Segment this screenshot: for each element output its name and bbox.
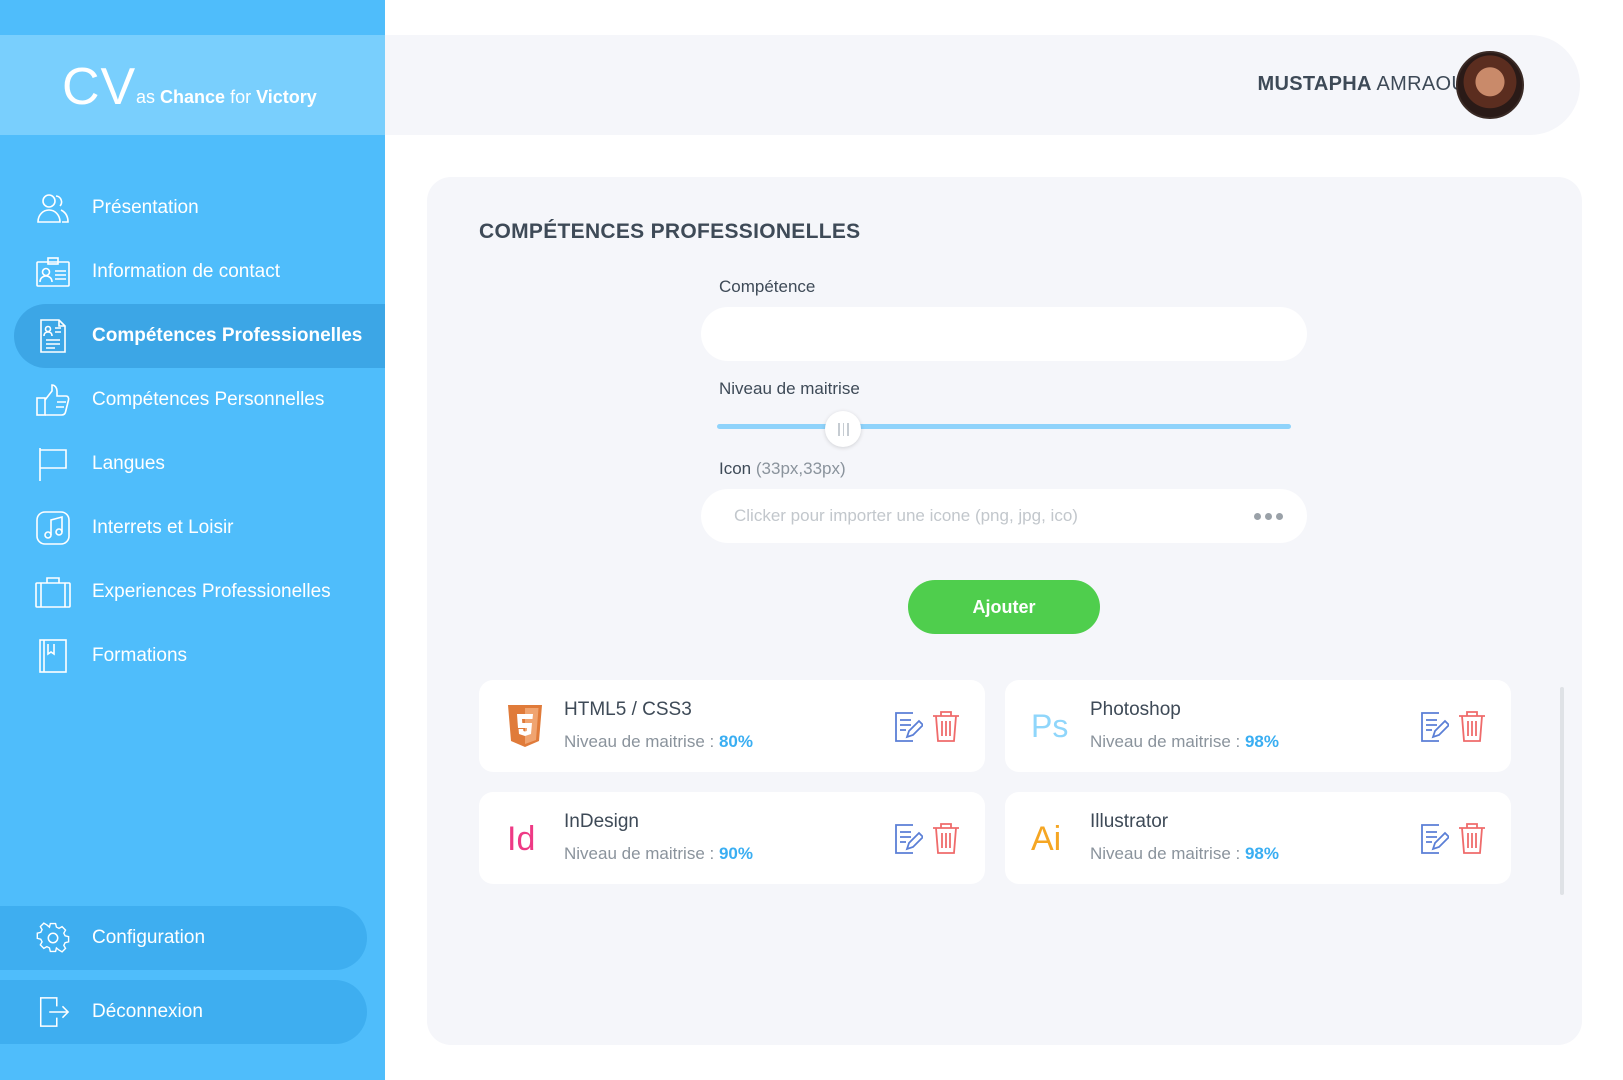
skill-label: Compétence	[719, 277, 816, 296]
users-icon	[34, 189, 72, 227]
sidebar-item-professional-skills[interactable]: Compétences Professionelles	[14, 304, 385, 368]
gear-icon	[34, 919, 72, 957]
sidebar-item-label: Information de contact	[92, 261, 280, 282]
skill-level: Niveau de maitrise : 80%	[564, 732, 753, 751]
sidebar-item-presentation[interactable]: Présentation	[0, 176, 385, 240]
delete-icon[interactable]	[1457, 821, 1487, 855]
skill-card: Ps Photoshop Niveau de maitrise : 98%	[1005, 680, 1511, 772]
sidebar-nav: Présentation Information de contact Comp…	[0, 176, 385, 688]
skill-name: Illustrator	[1090, 811, 1169, 832]
skills-scrollbar[interactable]	[1560, 687, 1564, 895]
sidebar-item-label: Formations	[92, 645, 188, 666]
delete-icon[interactable]	[931, 821, 961, 855]
sidebar-item-interests[interactable]: Interrets et Loisir	[0, 496, 385, 560]
sidebar-item-label: Langues	[92, 453, 165, 474]
skill-level: Niveau de maitrise : 98%	[1090, 732, 1279, 751]
sidebar-item-label: Compétences Professionelles	[92, 325, 363, 346]
skill-name: InDesign	[564, 811, 639, 832]
svg-text:Ai: Ai	[1031, 820, 1061, 858]
skill-name: Photoshop	[1090, 699, 1181, 720]
sidebar: CV as Chance for Victory Présentation In…	[0, 0, 385, 1080]
icon-upload-placeholder: Clicker pour importer une icone (png, jp…	[734, 506, 1078, 525]
sidebar-item-contact[interactable]: Information de contact	[0, 240, 385, 304]
logo-tagline: as Chance for Victory	[136, 87, 317, 107]
photoshop-icon: Ps	[1027, 702, 1075, 750]
user-name[interactable]: MUSTAPHA AMRAOUI	[1258, 73, 1472, 96]
sidebar-item-experiences[interactable]: Experiences Professionelles	[0, 560, 385, 624]
book-icon	[34, 637, 72, 675]
level-slider-track[interactable]	[717, 424, 1291, 429]
sidebar-item-label: Experiences Professionelles	[92, 581, 331, 602]
app-logo[interactable]: CV as Chance for Victory	[0, 35, 385, 135]
svg-text:Ps: Ps	[1031, 708, 1068, 744]
configuration-button[interactable]: Configuration	[0, 906, 367, 970]
document-icon	[34, 317, 72, 355]
skill-level: Niveau de maitrise : 98%	[1090, 844, 1279, 863]
music-icon	[34, 509, 72, 547]
illustrator-icon: Ai	[1027, 814, 1075, 862]
html5-icon	[501, 702, 549, 750]
skill-name: HTML5 / CSS3	[564, 699, 692, 720]
configuration-label: Configuration	[92, 927, 206, 948]
edit-icon[interactable]	[1419, 821, 1451, 855]
skills-panel: COMPÉTENCES PROFESSIONELLES Compétence N…	[427, 177, 1582, 1045]
sidebar-item-label: Présentation	[92, 197, 199, 218]
sidebar-item-trainings[interactable]: Formations	[0, 624, 385, 688]
icon-upload-field[interactable]: Clicker pour importer une icone (png, jp…	[701, 489, 1307, 543]
sidebar-item-languages[interactable]: Langues	[0, 432, 385, 496]
skill-card: Id InDesign Niveau de maitrise : 90%	[479, 792, 985, 884]
delete-icon[interactable]	[931, 709, 961, 743]
sidebar-item-personal-skills[interactable]: Compétences Personnelles	[0, 368, 385, 432]
add-button[interactable]: Ajouter	[908, 580, 1100, 634]
logout-icon	[34, 993, 72, 1031]
sidebar-item-label: Compétences Personnelles	[92, 389, 325, 410]
icon-label: Icon (33px,33px)	[719, 459, 846, 478]
sidebar-item-label: Interrets et Loisir	[92, 517, 234, 538]
briefcase-icon	[34, 573, 72, 611]
contact-card-icon	[34, 253, 72, 291]
skill-card: Ai Illustrator Niveau de maitrise : 98%	[1005, 792, 1511, 884]
edit-icon[interactable]	[893, 709, 925, 743]
more-icon	[1254, 513, 1283, 520]
indesign-icon: Id	[501, 814, 549, 862]
delete-icon[interactable]	[1457, 709, 1487, 743]
flag-icon	[34, 445, 72, 483]
logo-cv-text: CV	[62, 58, 137, 116]
skill-card: HTML5 / CSS3 Niveau de maitrise : 80%	[479, 680, 985, 772]
edit-icon[interactable]	[893, 821, 925, 855]
edit-icon[interactable]	[1419, 709, 1451, 743]
page-title: COMPÉTENCES PROFESSIONELLES	[479, 220, 861, 243]
skill-level: Niveau de maitrise : 90%	[564, 844, 753, 863]
level-label: Niveau de maitrise	[719, 379, 860, 398]
skill-input[interactable]	[701, 307, 1307, 361]
level-slider-thumb[interactable]	[825, 411, 862, 447]
logout-label: Déconnexion	[92, 1001, 203, 1022]
svg-text:Id: Id	[507, 820, 535, 858]
logout-button[interactable]: Déconnexion	[0, 980, 367, 1044]
thumbs-up-icon	[34, 381, 72, 419]
top-header: MUSTAPHA AMRAOUI	[385, 35, 1580, 135]
avatar[interactable]	[1456, 51, 1524, 119]
